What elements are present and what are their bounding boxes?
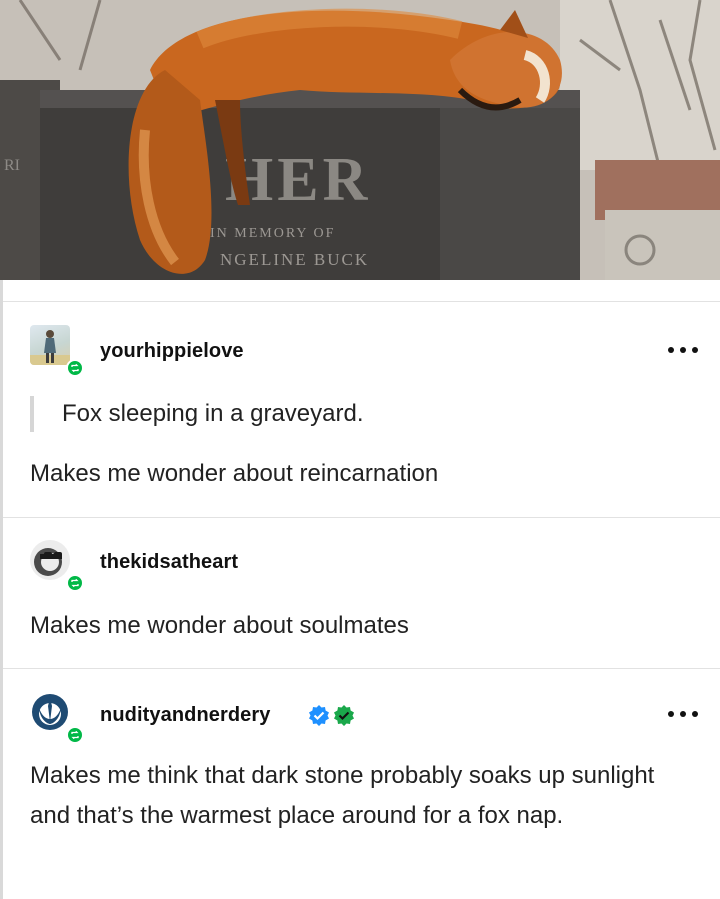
rebel-alliance-avatar[interactable] bbox=[30, 692, 70, 732]
quote-bar bbox=[30, 396, 34, 432]
reblog-icon bbox=[66, 574, 84, 592]
headstone-memory-engraving: IN MEMORY OF bbox=[210, 226, 335, 241]
post-quote-text: Fox sleeping in a graveyard. bbox=[62, 400, 364, 427]
page-edge bbox=[0, 280, 3, 899]
sunglasses-face-avatar-image bbox=[34, 548, 62, 576]
photo-illustration: RI HER IN MEMORY OF NGELINE BUCK bbox=[0, 0, 720, 280]
person-photo-avatar-image bbox=[30, 330, 70, 365]
post-divider bbox=[3, 517, 720, 518]
post-divider bbox=[3, 301, 720, 302]
more-options-icon[interactable] bbox=[668, 344, 698, 356]
reblog-icon bbox=[66, 726, 84, 744]
person-photo-avatar[interactable] bbox=[30, 325, 70, 365]
post-username[interactable]: thekidsatheart bbox=[100, 551, 238, 574]
blue-check-badge-icon bbox=[309, 705, 329, 726]
post-comment-text: Makes me wonder about reincarnation bbox=[30, 460, 439, 487]
left-stone-engraving: RI bbox=[4, 157, 20, 174]
post-username[interactable]: yourhippielove bbox=[100, 340, 244, 363]
post-username[interactable]: nudityandnerdery bbox=[100, 704, 271, 727]
fox-graveyard-photo: RI HER IN MEMORY OF NGELINE BUCK bbox=[0, 0, 720, 280]
post-comment-text: Makes me think that dark stone probably … bbox=[30, 762, 655, 829]
more-options-icon[interactable] bbox=[668, 708, 698, 720]
post-divider bbox=[3, 668, 720, 669]
post-comment-text: Makes me wonder about soulmates bbox=[30, 612, 409, 639]
rebel-alliance-avatar-image bbox=[32, 694, 68, 730]
sunglasses-face-avatar[interactable] bbox=[30, 540, 70, 580]
headstone-person-engraving: NGELINE BUCK bbox=[220, 250, 369, 269]
green-check-badge-icon bbox=[334, 705, 354, 726]
reblog-icon bbox=[66, 359, 84, 377]
